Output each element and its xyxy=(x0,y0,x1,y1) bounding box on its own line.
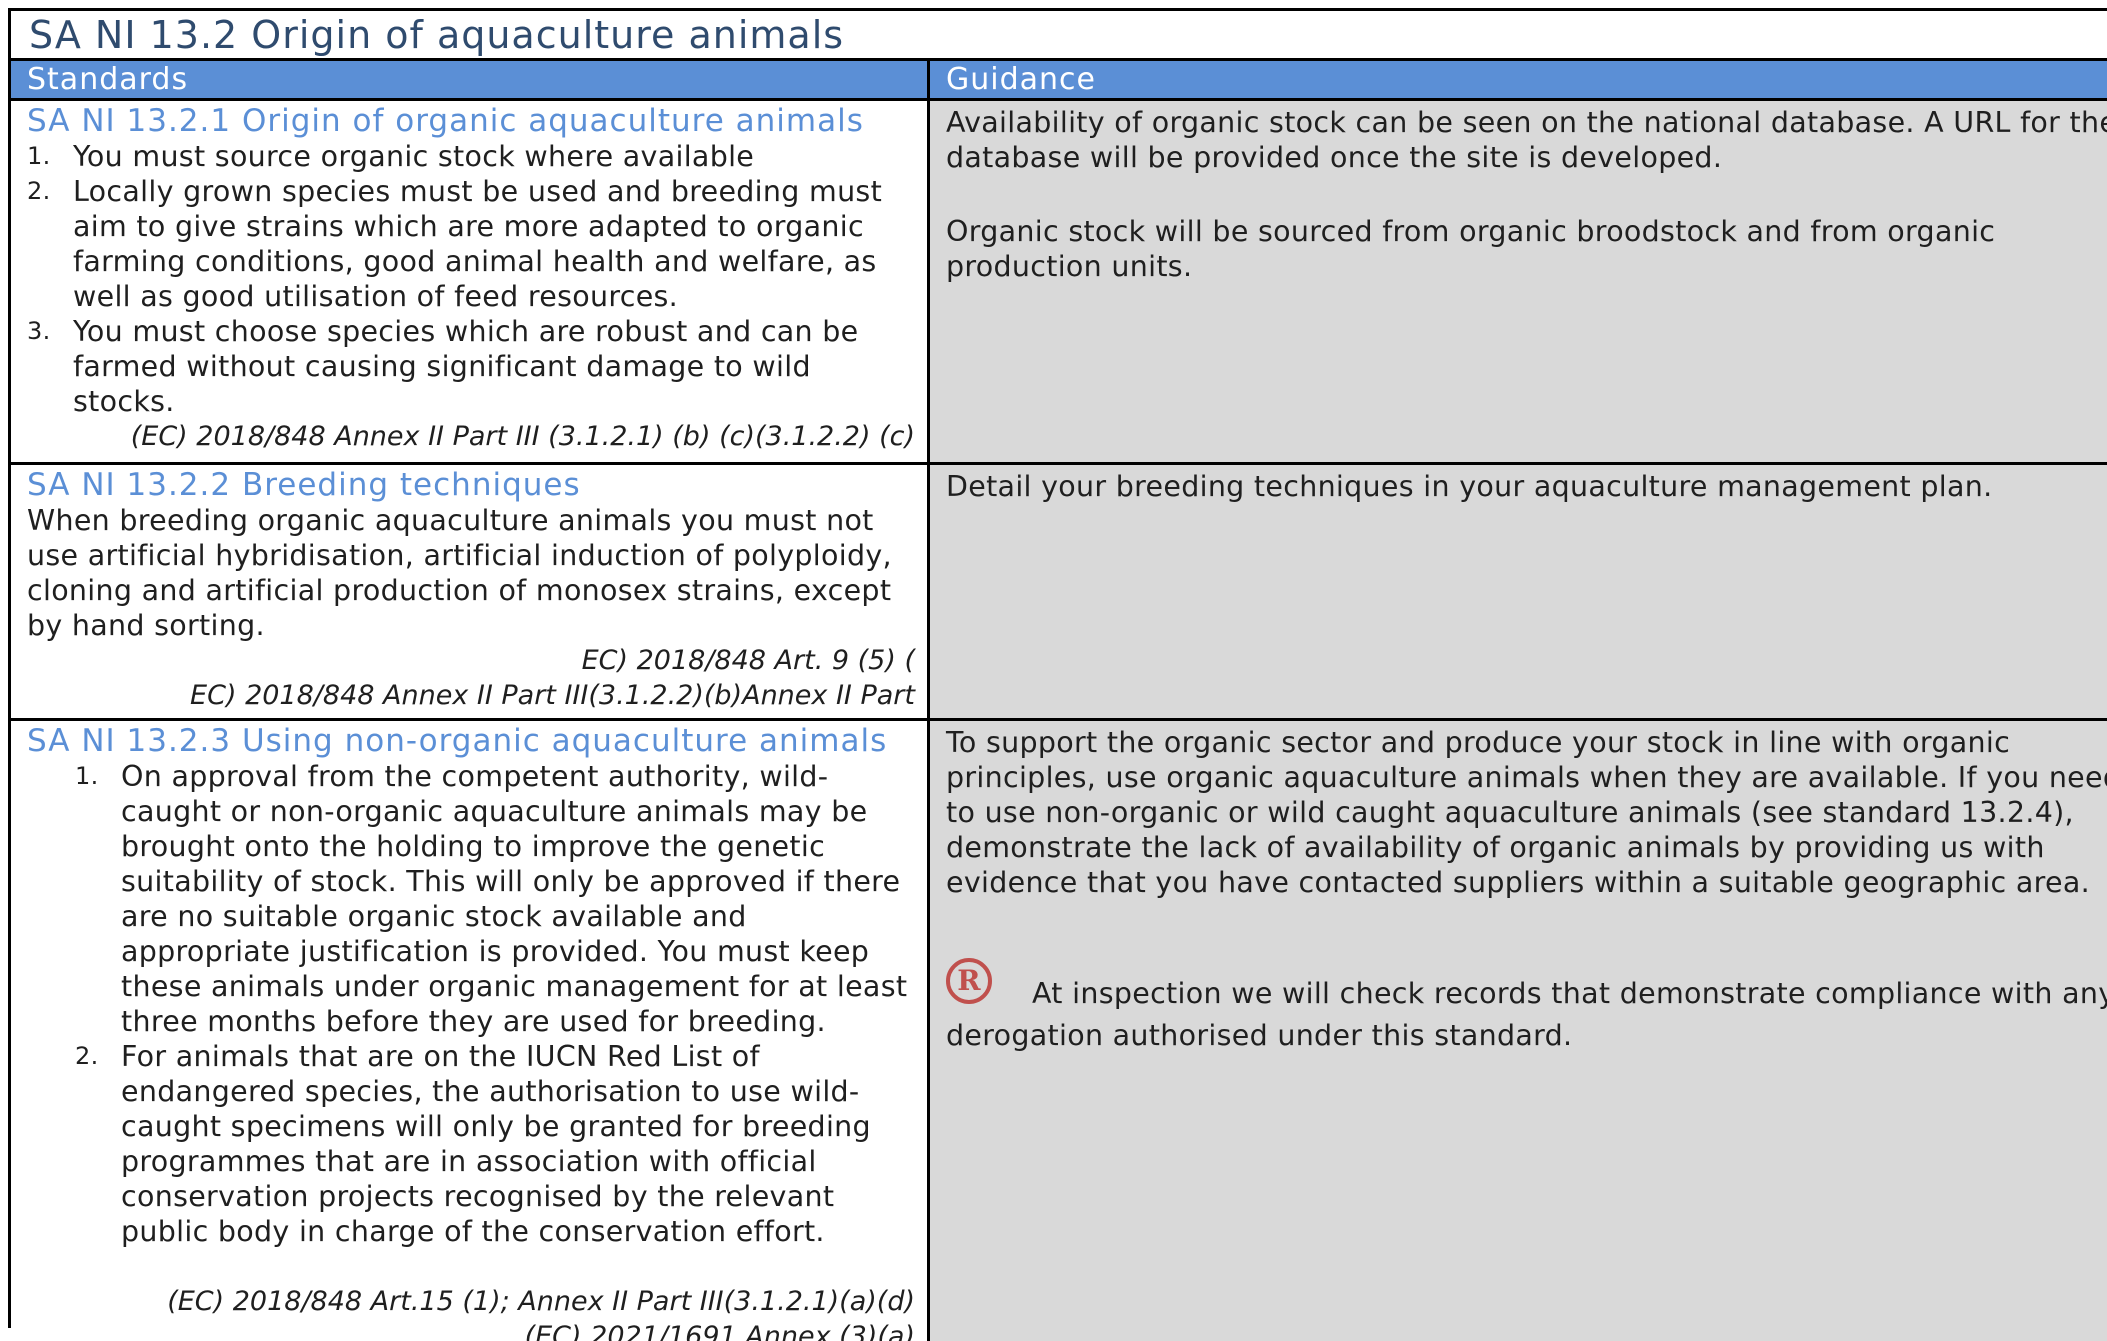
guidance-cell: Detail your breeding techniques in your … xyxy=(930,465,2107,718)
standard-cell: SA NI 13.2.3 Using non-organic aquacultu… xyxy=(11,721,930,1341)
table-header: Standards Guidance xyxy=(11,61,2107,101)
standard-cell: SA NI 13.2.1 Origin of organic aquacultu… xyxy=(11,101,930,462)
standard-text: When breeding organic aquaculture animal… xyxy=(27,504,892,642)
guidance-header: Guidance xyxy=(946,62,1096,97)
list-item: 1. You must source organic stock where av… xyxy=(27,140,755,173)
standard-list: 1. You must source organic stock where av… xyxy=(27,139,919,419)
standard-list: 1. On approval from the competent authori… xyxy=(27,759,919,1249)
section-title: SA NI 13.2.3 Using non-organic aquacultu… xyxy=(27,723,888,759)
section-title: SA NI 13.2.2 Breeding techniques xyxy=(27,467,581,503)
document-table: SA NI 13.2 Origin of aquaculture animals… xyxy=(8,8,2107,1341)
record-check-icon: R xyxy=(946,958,992,1004)
section-title: SA NI 13.2.1 Origin of organic aquacultu… xyxy=(27,103,864,139)
guidance-text: Availability of organic stock can be see… xyxy=(946,106,2107,174)
guidance-text: Organic stock will be sourced from organ… xyxy=(946,215,1996,283)
reference: (EC) 2018/848 Art.15 (1); Annex II Part … xyxy=(167,1286,915,1317)
guidance-text: Detail your breeding techniques in your … xyxy=(946,470,1993,503)
list-item: 3. You must choose species which are robu… xyxy=(27,315,859,418)
standard-cell: SA NI 13.2.2 Breeding techniques When br… xyxy=(11,465,930,718)
list-item: 2. For animals that are on the IUCN Red L… xyxy=(75,1040,871,1248)
standards-header: Standards xyxy=(11,61,930,98)
reference: (EC) 2021/1691 Annex (3)(a) xyxy=(524,1321,915,1341)
guidance-text: R At inspection we will check records tha… xyxy=(946,958,2107,1053)
guidance-cell: Availability of organic stock can be see… xyxy=(930,101,2107,462)
table-row: SA NI 13.2.1 Origin of organic aquacultu… xyxy=(11,101,2107,465)
guidance-cell: To support the organic sector and produc… xyxy=(930,721,2107,1341)
reference: (EC) 2018/848 Annex II Part III (3.1.2.1… xyxy=(130,421,915,452)
list-item: 1. On approval from the competent authori… xyxy=(75,760,908,1038)
list-item: 2. Locally grown species must be used and… xyxy=(27,175,883,313)
guidance-text: To support the organic sector and produc… xyxy=(946,726,2107,899)
reference: EC) 2018/848 Art. 9 (5) ( xyxy=(581,645,915,676)
page-title: SA NI 13.2 Origin of aquaculture animals xyxy=(11,11,2107,61)
reference: EC) 2018/848 Annex II Part III(3.1.2.2)(… xyxy=(190,680,915,711)
table-row: SA NI 13.2.3 Using non-organic aquacultu… xyxy=(11,721,2107,1341)
table-row: SA NI 13.2.2 Breeding techniques When br… xyxy=(11,465,2107,721)
